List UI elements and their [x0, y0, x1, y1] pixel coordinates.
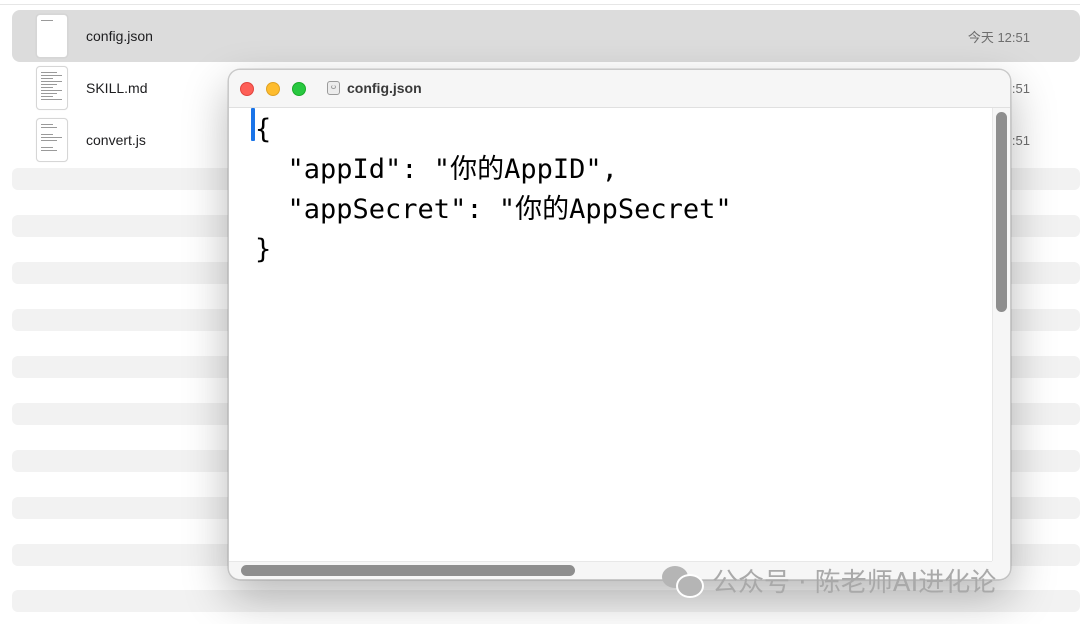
vertical-scrollbar[interactable] [992, 108, 1010, 561]
window-titlebar[interactable]: config.json [229, 70, 1010, 108]
markdown-file-icon [36, 66, 68, 110]
watermark-text: 公众号 · 陈老师AI进化论 [712, 567, 997, 598]
file-date-partial: :51 [1011, 132, 1030, 148]
vertical-scroll-thumb[interactable] [996, 112, 1007, 312]
code-content[interactable]: { "appId": "你的AppID", "appSecret": "你的Ap… [255, 110, 732, 270]
javascript-file-icon [36, 118, 68, 162]
file-name: config.json [86, 28, 153, 44]
document-proxy-icon[interactable] [327, 81, 340, 95]
file-row-config-json[interactable]: config.json 今天 12:51 [12, 10, 1080, 62]
code-line: "appId": "你的AppID", [255, 154, 618, 185]
file-name: convert.js [86, 132, 146, 148]
text-editor-window: config.json { "appId": "你的AppID", "appSe… [228, 69, 1011, 580]
file-date-partial: :51 [1011, 80, 1030, 96]
code-line: "appSecret": "你的AppSecret" [255, 194, 732, 225]
text-editing-area[interactable]: { "appId": "你的AppID", "appSecret": "你的Ap… [229, 108, 992, 561]
wechat-logo-icon [662, 564, 704, 598]
json-file-icon [36, 14, 68, 58]
close-window-button[interactable] [240, 82, 254, 96]
zoom-window-button[interactable] [292, 82, 306, 96]
minimize-window-button[interactable] [266, 82, 280, 96]
top-divider [0, 4, 1080, 5]
file-date: 今天 12:51 [967, 29, 1030, 45]
window-title: config.json [347, 80, 422, 96]
code-line: { [255, 114, 272, 145]
code-line: } [255, 234, 272, 265]
wechat-watermark: 公众号 · 陈老师AI进化论 [662, 562, 996, 598]
horizontal-scroll-thumb[interactable] [241, 565, 575, 576]
file-name: SKILL.md [86, 80, 148, 96]
